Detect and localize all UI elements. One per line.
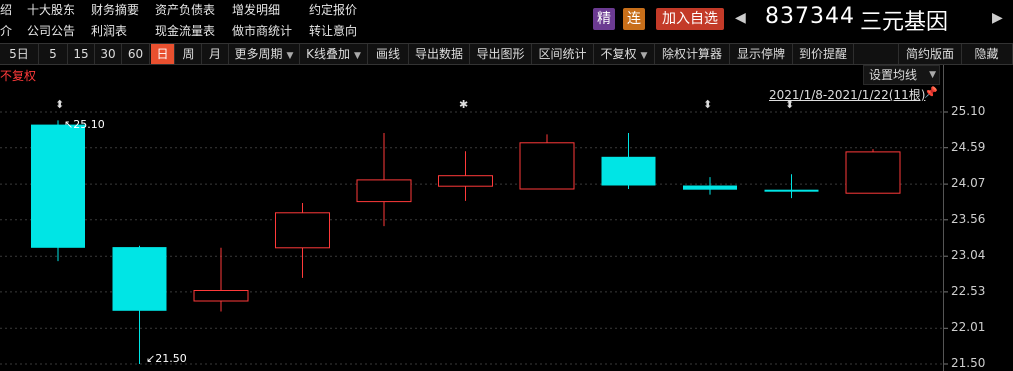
event-marker-icon[interactable]: ⬍ bbox=[703, 98, 712, 111]
candle-body[interactable] bbox=[683, 185, 737, 190]
y-tick-label: 22.01 bbox=[951, 320, 986, 335]
y-tick-label: 24.59 bbox=[951, 139, 986, 154]
event-marker-icon[interactable]: ⬍ bbox=[55, 98, 64, 111]
y-axis-divider bbox=[943, 65, 944, 371]
arrow-down-left-icon: ↙ bbox=[146, 352, 156, 365]
candle-body[interactable] bbox=[438, 175, 493, 187]
candle-body[interactable] bbox=[601, 156, 656, 186]
y-tick-label: 21.50 bbox=[951, 356, 986, 370]
min-price-label: ↙21.50 bbox=[146, 352, 187, 365]
event-marker-icon[interactable]: ⬍ bbox=[785, 98, 794, 111]
candle-body[interactable] bbox=[845, 151, 901, 194]
candle-body[interactable] bbox=[112, 247, 167, 311]
candlestick-chart[interactable] bbox=[0, 0, 1013, 371]
y-tick-label: 22.53 bbox=[951, 283, 986, 298]
candle-body[interactable] bbox=[275, 212, 330, 249]
y-tick-label: 25.10 bbox=[951, 104, 986, 118]
event-marker-icon[interactable]: ✱ bbox=[459, 98, 468, 111]
y-tick-label: 23.04 bbox=[951, 248, 986, 263]
y-tick-label: 24.07 bbox=[951, 176, 986, 191]
arrow-up-left-icon: ↖ bbox=[64, 118, 74, 131]
candle-body[interactable] bbox=[193, 290, 249, 302]
candle-body[interactable] bbox=[764, 189, 819, 192]
candle-body[interactable] bbox=[519, 142, 575, 190]
y-tick-label: 23.56 bbox=[951, 211, 986, 226]
candle-body[interactable] bbox=[356, 179, 412, 203]
max-price-label: ↖25.10 bbox=[64, 118, 105, 131]
candle-body[interactable] bbox=[31, 124, 85, 248]
